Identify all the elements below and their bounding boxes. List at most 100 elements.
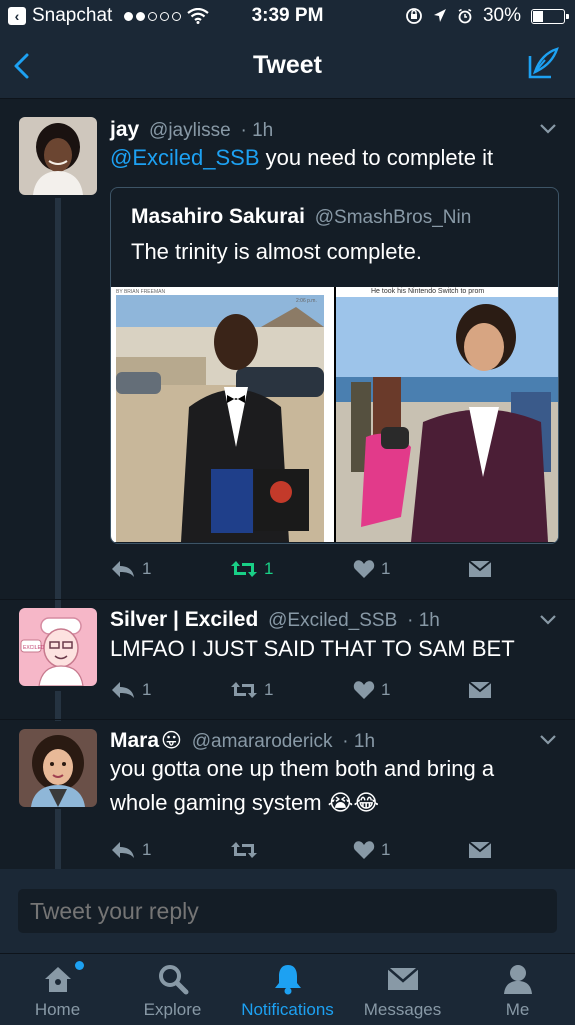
heart-icon <box>353 681 375 699</box>
page-title: Tweet <box>253 51 322 79</box>
tab-label: Me <box>505 1000 530 1019</box>
retweet-count: 1 <box>264 680 274 699</box>
like-count: 1 <box>381 559 391 578</box>
reply-button[interactable]: 1 <box>110 559 151 579</box>
like-button[interactable]: 1 <box>353 559 390 579</box>
reply-icon <box>112 561 134 577</box>
display-name[interactable]: jay <box>110 118 139 141</box>
handle[interactable]: @amararoderick <box>192 731 333 752</box>
mention-link[interactable]: @Exciled_SSB <box>110 145 260 170</box>
retweet-icon <box>231 682 257 698</box>
handle[interactable]: @Exciled_SSB <box>268 610 397 631</box>
tab-home[interactable]: Home <box>0 954 115 1025</box>
rotation-lock-icon <box>406 8 422 24</box>
bell-icon <box>274 965 301 995</box>
reply-button[interactable]: 1 <box>110 680 151 700</box>
envelope-icon <box>468 841 492 858</box>
avatar[interactable] <box>19 117 97 195</box>
tab-me[interactable]: Me <box>460 954 575 1025</box>
tab-explore[interactable]: Explore <box>115 954 230 1025</box>
chevron-down-icon[interactable] <box>539 734 557 746</box>
like-button[interactable]: 1 <box>353 680 390 700</box>
tweet-header: Silver | Exciled @Exciled_SSB · 1h <box>110 608 440 632</box>
direct-message-button[interactable] <box>468 680 492 700</box>
handle[interactable]: @jaylisse <box>149 120 231 141</box>
envelope-icon <box>468 681 492 698</box>
new-content-dot <box>75 961 84 970</box>
tweet-actions: 1 1 <box>110 840 530 866</box>
avatar[interactable] <box>19 729 97 807</box>
avatar-text: EXCILED <box>23 645 45 651</box>
display-name[interactable]: Silver | Exciled <box>110 608 258 631</box>
heart-icon <box>353 841 375 859</box>
tweet-item[interactable]: jay @jaylisse · 1h @Exciled_SSB you need… <box>0 99 575 599</box>
tab-messages[interactable]: Messages <box>345 954 460 1025</box>
photo-caption-left: 2:06 p.m. <box>296 298 317 304</box>
search-icon <box>158 965 188 995</box>
tweet-thread[interactable]: jay @jaylisse · 1h @Exciled_SSB you need… <box>0 99 575 869</box>
quoted-tweet-text: The trinity is almost complete. <box>131 239 422 264</box>
retweet-count: 1 <box>264 559 274 578</box>
tweet-header: Mara 😛 @amararoderick · 1h <box>110 728 375 753</box>
reply-count: 1 <box>142 840 152 859</box>
display-name[interactable]: Mara <box>110 729 159 752</box>
reply-icon <box>112 842 134 858</box>
home-icon <box>44 967 71 992</box>
reply-icon <box>112 682 134 698</box>
reply-button[interactable]: 1 <box>110 840 151 860</box>
avatar[interactable]: EXCILED <box>19 608 97 686</box>
person-icon <box>503 965 532 994</box>
tab-label: Messages <box>363 1000 442 1019</box>
quoted-display-name: Masahiro Sakurai <box>131 205 305 228</box>
reply-count: 1 <box>142 680 152 699</box>
reply-input[interactable] <box>18 889 557 933</box>
quoted-photos[interactable]: BY BRIAN FREEMAN 2:06 p.m. He took his N… <box>111 287 558 542</box>
retweet-button[interactable]: 1 <box>230 559 273 579</box>
retweet-icon <box>231 842 257 858</box>
svg-text:BY BRIAN FREEMAN: BY BRIAN FREEMAN <box>116 289 165 295</box>
quoted-tweet[interactable]: Masahiro Sakurai @SmashBros_Nin The trin… <box>110 187 559 544</box>
timestamp: · 1h <box>240 120 274 141</box>
tab-notifications[interactable]: Notifications <box>230 954 345 1025</box>
chevron-down-icon[interactable] <box>539 614 557 626</box>
envelope-icon <box>468 560 492 577</box>
tweet-actions: 1 1 1 <box>110 559 530 585</box>
tweet-item[interactable]: Mara 😛 @amararoderick · 1h you gotta one … <box>0 720 575 870</box>
chevron-down-icon[interactable] <box>539 123 557 135</box>
tab-label: Home <box>34 1000 81 1019</box>
like-count: 1 <box>381 840 391 859</box>
tab-label: Notifications <box>241 1000 334 1019</box>
location-arrow-icon <box>433 9 446 22</box>
quoted-handle: @SmashBros_Nin <box>314 207 472 228</box>
tab-label: Explore <box>143 1000 202 1019</box>
battery-percent: 30% <box>482 5 521 26</box>
tab-bar: Home Explore Notifications Messages Me <box>0 953 575 1025</box>
tweet-item[interactable]: EXCILED Silver | Exciled @Exciled_SSB · … <box>0 600 575 718</box>
like-button[interactable]: 1 <box>353 840 390 860</box>
battery-icon <box>531 8 569 24</box>
direct-message-button[interactable] <box>468 840 492 860</box>
tweet-actions: 1 1 1 <box>110 680 530 706</box>
reply-bar <box>0 869 575 953</box>
retweet-button[interactable]: 1 <box>230 680 273 700</box>
status-bar: ‹ Snapchat 3:39 PM 30% <box>0 0 575 34</box>
tweet-text: @Exciled_SSB you need to complete it <box>110 145 494 170</box>
navigation-bar: Tweet <box>0 34 575 99</box>
timestamp: · 1h <box>342 731 376 752</box>
reply-count: 1 <box>142 559 152 578</box>
heart-icon <box>353 560 375 578</box>
envelope-icon <box>386 967 419 990</box>
direct-message-button[interactable] <box>468 559 492 579</box>
quoted-tweet-header: Masahiro Sakurai @SmashBros_Nin <box>131 205 471 229</box>
tweet-text: LMFAO I JUST SAID THAT TO SAM BET <box>110 636 515 661</box>
retweet-button[interactable] <box>230 840 258 860</box>
tweet-header: jay @jaylisse · 1h <box>110 118 273 142</box>
alarm-icon <box>458 8 472 24</box>
prom-photo-collage[interactable]: BY BRIAN FREEMAN 2:06 p.m. He took his N… <box>111 287 558 542</box>
tweet-text: you gotta one up them both and bring a w… <box>110 756 495 815</box>
timestamp: · 1h <box>407 610 440 631</box>
retweet-icon <box>231 561 257 577</box>
compose-tweet-icon[interactable] <box>525 46 561 82</box>
name-emoji: 😛 <box>161 730 182 752</box>
photo-caption-right: He took his Nintendo Switch to prom <box>371 288 484 295</box>
